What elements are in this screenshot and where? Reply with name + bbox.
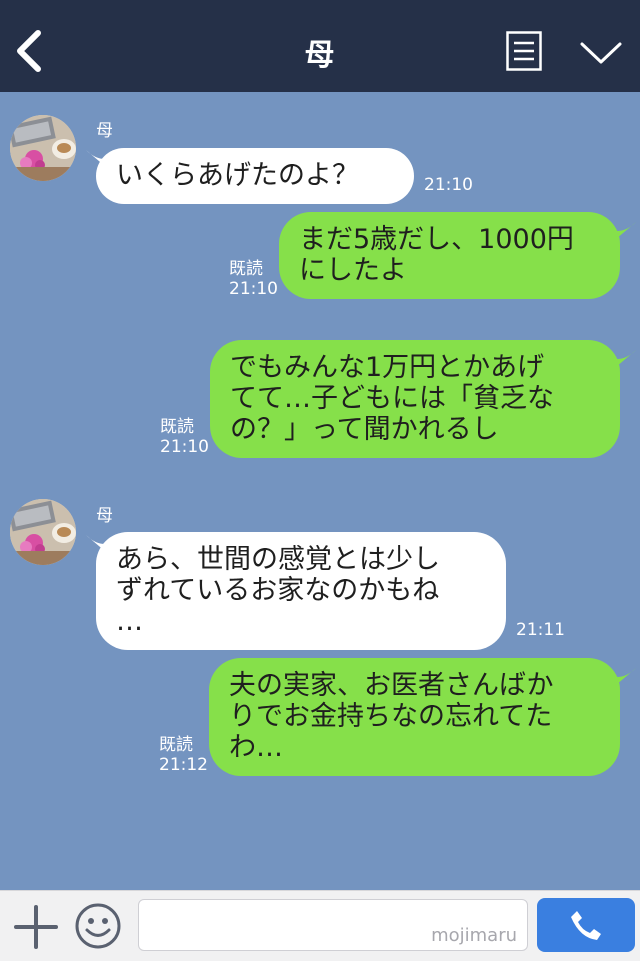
read-label: 既読: [229, 259, 263, 279]
message-time: 21:11: [516, 620, 565, 640]
chat-title: 母: [304, 38, 336, 73]
message-list[interactable]: 母 いくらあげたのよ？ 21:10 まだ5歳だし、1000円 にしたよ 既読 2…: [0, 92, 640, 890]
read-receipt: 既読 21:12: [159, 735, 208, 775]
read-receipt: 既読 21:10: [229, 259, 278, 299]
smile-icon[interactable]: [74, 902, 122, 950]
message-bubble-outgoing[interactable]: でもみんな1万円とかあげ てて…子どもには「貧乏な の？」って聞かれるし: [210, 340, 620, 458]
message-time: 21:12: [159, 755, 208, 775]
message-bubble-incoming[interactable]: いくらあげたのよ？: [96, 148, 414, 204]
message-text: 夫の実家、お医者さんばか りでお金持ちなの忘れてた わ…: [229, 670, 554, 763]
message-time: 21:10: [160, 437, 209, 457]
read-receipt: 既読 21:10: [160, 417, 209, 457]
avatar[interactable]: [10, 499, 76, 565]
message-bubble-outgoing[interactable]: 夫の実家、お医者さんばか りでお金持ちなの忘れてた わ…: [209, 658, 620, 776]
message-composer: mojimaru: [0, 890, 640, 961]
plus-icon[interactable]: [14, 905, 58, 949]
phone-icon: [571, 911, 601, 940]
read-label: 既読: [160, 417, 194, 437]
read-label: 既読: [159, 735, 193, 755]
watermark-text: mojimaru: [431, 925, 517, 946]
message-bubble-outgoing[interactable]: まだ5歳だし、1000円 にしたよ: [279, 212, 620, 299]
message-bubble-incoming[interactable]: あら、世間の感覚とは少し ずれているお家なのかもね …: [96, 532, 506, 650]
message-input[interactable]: mojimaru: [138, 899, 528, 951]
message-text: でもみんな1万円とかあげ てて…子どもには「貧乏な の？」って聞かれるし: [230, 352, 554, 445]
call-button[interactable]: [537, 898, 635, 952]
message-text: あら、世間の感覚とは少し ずれているお家なのかもね …: [116, 544, 440, 637]
message-text: いくらあげたのよ？: [116, 160, 359, 191]
chevron-down-icon[interactable]: [579, 38, 623, 68]
notes-icon[interactable]: [506, 31, 542, 71]
message-time: 21:10: [424, 175, 473, 195]
sender-name: 母: [96, 121, 113, 141]
message-time: 21:10: [229, 279, 278, 299]
message-text: まだ5歳だし、1000円 にしたよ: [299, 224, 574, 286]
sender-name: 母: [96, 506, 113, 526]
chat-header: 母: [0, 0, 640, 92]
avatar[interactable]: [10, 115, 76, 181]
